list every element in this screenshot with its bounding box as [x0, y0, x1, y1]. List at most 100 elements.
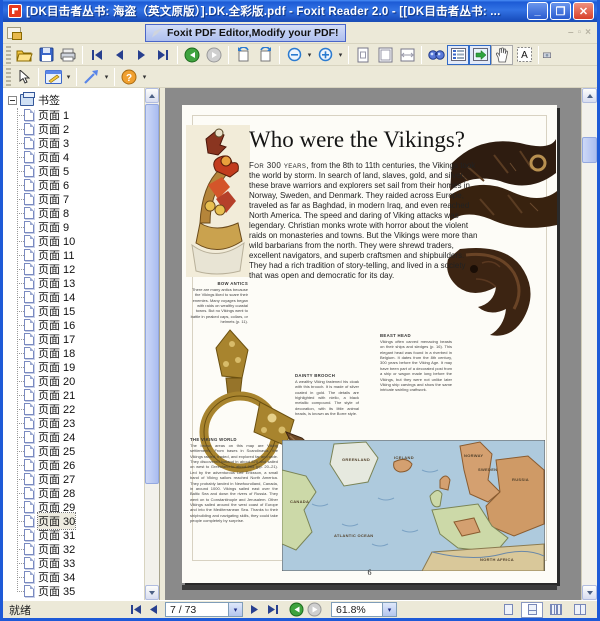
menu-item[interactable]: [109, 30, 123, 36]
bookmark-item[interactable]: 页面 19: [12, 360, 144, 374]
find-button[interactable]: [425, 45, 447, 65]
menu-item[interactable]: [95, 30, 109, 36]
bookmark-item[interactable]: 页面 18: [12, 346, 144, 360]
previous-page-button[interactable]: [145, 602, 163, 617]
menu-item[interactable]: [25, 30, 39, 36]
snapshot-button[interactable]: [542, 45, 552, 65]
continuous-facing-layout-button[interactable]: [569, 602, 591, 618]
minimize-button[interactable]: _: [527, 2, 548, 20]
scroll-down-icon[interactable]: [582, 585, 597, 600]
bookmark-item[interactable]: 页面 28: [12, 486, 144, 500]
help-button[interactable]: ?: [118, 67, 140, 87]
toolbar-grip[interactable]: [6, 67, 11, 86]
zoom-level[interactable]: 61.8%: [332, 604, 382, 616]
menu-item[interactable]: [39, 30, 53, 36]
menu-item[interactable]: [123, 30, 137, 36]
select-text-button[interactable]: A: [513, 45, 535, 65]
scrollbar-thumb[interactable]: [145, 104, 159, 484]
collapse-icon[interactable]: [8, 95, 17, 105]
bookmark-item[interactable]: 页面 4: [12, 150, 144, 164]
bookmark-item[interactable]: 页面 25: [12, 444, 144, 458]
go-back-button[interactable]: [181, 45, 203, 65]
open-button[interactable]: [13, 45, 35, 65]
bookmark-item[interactable]: 页面 8: [12, 206, 144, 220]
scroll-up-icon[interactable]: [145, 88, 159, 103]
mdi-restore-icon[interactable]: ▫: [578, 27, 582, 38]
drawing-tool-caret-icon[interactable]: ▾: [102, 67, 111, 87]
chevron-down-icon[interactable]: ▾: [228, 603, 242, 616]
foxit-editor-promo-button[interactable]: Foxit PDF Editor,Modify your PDF!: [145, 23, 346, 42]
pdf-page[interactable]: CANADA GREENLAND ICELAND NORWAY SWEDEN R…: [182, 105, 557, 583]
fit-width-button[interactable]: [396, 45, 418, 65]
bookmark-item[interactable]: 页面 13: [12, 276, 144, 290]
bookmark-item[interactable]: 页面 22: [12, 402, 144, 416]
rotate-right-button[interactable]: [254, 45, 276, 65]
bookmark-item[interactable]: 页面 35: [12, 584, 144, 598]
navigation-pane-toggle[interactable]: [469, 44, 491, 65]
select-annotation-button[interactable]: [13, 67, 35, 87]
bookmark-item[interactable]: 页面 31: [12, 528, 144, 542]
bookmark-item[interactable]: 页面 15: [12, 304, 144, 318]
document-area[interactable]: CANADA GREENLAND ICELAND NORWAY SWEDEN R…: [165, 88, 597, 600]
bookmark-item[interactable]: 页面 12: [12, 262, 144, 276]
toolbar-grip[interactable]: [6, 45, 11, 64]
zoom-in-button[interactable]: [314, 45, 336, 65]
print-button[interactable]: [57, 45, 79, 65]
zoom-in-caret-icon[interactable]: ▾: [336, 45, 345, 65]
scroll-up-icon[interactable]: [582, 88, 597, 103]
bookmarks-root[interactable]: 书签: [7, 92, 144, 108]
zoom-level-combo[interactable]: 61.8% ▾: [331, 602, 397, 617]
bookmark-item[interactable]: 页面 20: [12, 374, 144, 388]
mdi-close-icon[interactable]: ×: [585, 27, 591, 38]
bookmark-item[interactable]: 页面 16: [12, 318, 144, 332]
first-page-button[interactable]: [127, 602, 145, 617]
bookmark-item[interactable]: 页面 23: [12, 416, 144, 430]
page-indicator[interactable]: 7 / 73: [166, 604, 228, 616]
facing-layout-button[interactable]: [545, 602, 567, 618]
bookmark-item[interactable]: 页面 27: [12, 472, 144, 486]
next-page-button[interactable]: [245, 602, 263, 617]
continuous-layout-button[interactable]: [521, 601, 543, 618]
bookmark-item[interactable]: 页面 32: [12, 542, 144, 556]
bookmark-item[interactable]: 页面 17: [12, 332, 144, 346]
bookmarks-scrollbar[interactable]: [144, 88, 159, 600]
bookmark-item[interactable]: 页面 30: [12, 512, 144, 530]
single-page-layout-button[interactable]: [497, 602, 519, 618]
bookmark-item[interactable]: 页面 9: [12, 220, 144, 234]
previous-page-button[interactable]: [108, 45, 130, 65]
bookmark-item[interactable]: 页面 6: [12, 178, 144, 192]
menu-item[interactable]: [81, 30, 95, 36]
page-number-combo[interactable]: 7 / 73 ▾: [165, 602, 243, 617]
bookmark-item[interactable]: 页面 21: [12, 388, 144, 402]
bookmark-item[interactable]: 页面 5: [12, 164, 144, 178]
close-button[interactable]: ✕: [573, 2, 594, 20]
menu-item[interactable]: [53, 30, 67, 36]
bookmark-item[interactable]: 页面 33: [12, 556, 144, 570]
last-page-button[interactable]: [263, 602, 281, 617]
bookmark-item[interactable]: 页面 14: [12, 290, 144, 304]
note-tool-caret-icon[interactable]: ▾: [64, 67, 73, 87]
go-forward-button[interactable]: [305, 602, 323, 617]
bookmark-item[interactable]: 页面 7: [12, 192, 144, 206]
bookmark-item[interactable]: 页面 10: [12, 234, 144, 248]
maximize-button[interactable]: ❐: [550, 2, 571, 20]
bookmark-item[interactable]: 页面 26: [12, 458, 144, 472]
bookmark-item[interactable]: 页面 34: [12, 570, 144, 584]
bookmark-item[interactable]: 页面 24: [12, 430, 144, 444]
bookmark-item[interactable]: 页面 1: [12, 108, 144, 122]
bookmark-item[interactable]: 页面 11: [12, 248, 144, 262]
last-page-button[interactable]: [152, 45, 174, 65]
menu-item[interactable]: [67, 30, 81, 36]
zoom-out-caret-icon[interactable]: ▾: [305, 45, 314, 65]
mdi-minimize-icon[interactable]: –: [568, 27, 574, 38]
scroll-down-icon[interactable]: [145, 585, 159, 600]
go-back-button[interactable]: [287, 602, 305, 617]
rotate-left-button[interactable]: [232, 45, 254, 65]
document-scrollbar[interactable]: [581, 88, 597, 600]
hand-tool-button[interactable]: [491, 44, 513, 65]
next-page-button[interactable]: [130, 45, 152, 65]
actual-size-button[interactable]: [352, 45, 374, 65]
fit-page-button[interactable]: [374, 45, 396, 65]
drawing-tool-button[interactable]: [80, 67, 102, 87]
bookmark-item[interactable]: 页面 29: [12, 500, 144, 514]
